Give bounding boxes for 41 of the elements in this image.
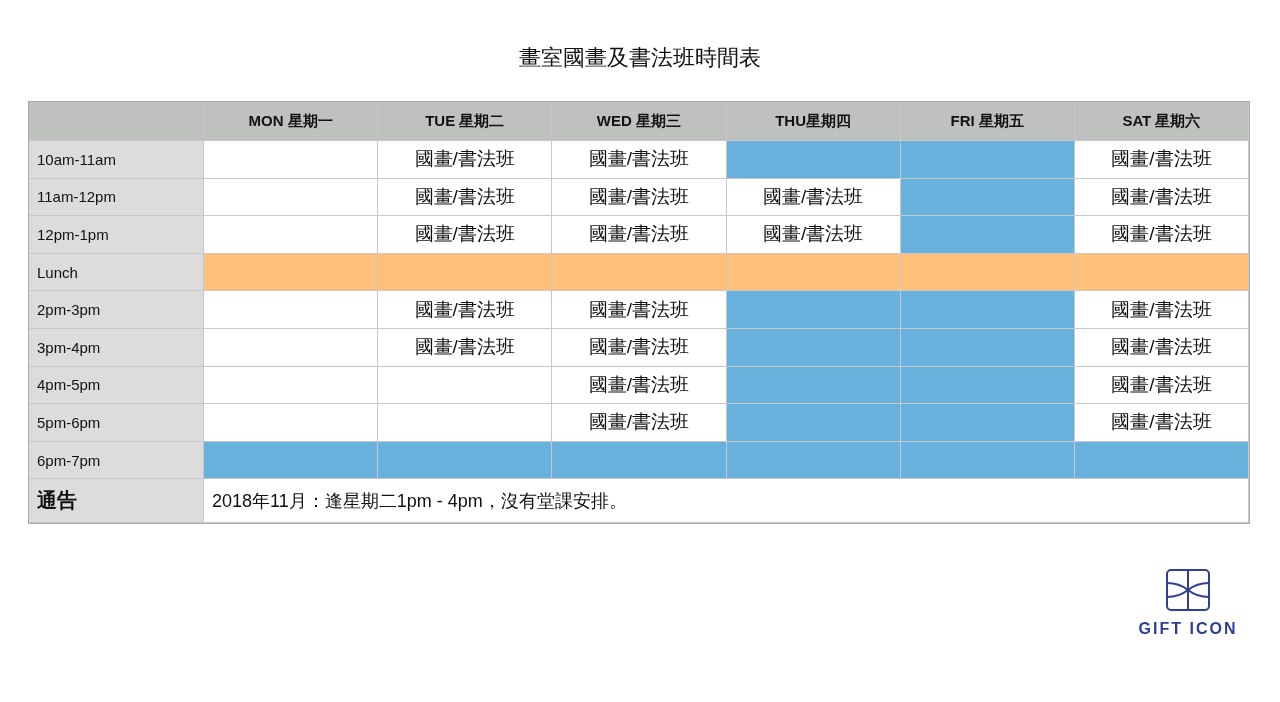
column-header: SAT 星期六 [1074, 102, 1249, 141]
table-cell: 國畫/書法班 [378, 328, 553, 367]
time-cell: 3pm-4pm [29, 328, 204, 367]
column-header: WED 星期三 [552, 102, 727, 141]
notice-label: 通告 [29, 479, 204, 524]
table-cell: 國畫/書法班 [378, 178, 553, 217]
table-cell: 國畫/書法班 [552, 328, 727, 367]
table-cell: 國畫/書法班 [1074, 366, 1249, 405]
time-cell: 12pm-1pm [29, 216, 204, 254]
table-cell: 國畫/書法班 [378, 141, 553, 179]
time-cell: Lunch [29, 253, 204, 292]
column-header: FRI 星期五 [900, 102, 1075, 141]
notice-text: 2018年11月：逢星期二1pm - 4pm，沒有堂課安排。 [204, 479, 1249, 524]
time-cell: 6pm-7pm [29, 441, 204, 480]
table-cell: 國畫/書法班 [552, 404, 727, 442]
logo-text: GIFT ICON [1138, 620, 1238, 638]
table-cell: 國畫/書法班 [378, 216, 553, 254]
table-cell: 國畫/書法班 [552, 291, 727, 329]
table-cell: 國畫/書法班 [378, 291, 553, 329]
gift-icon [1165, 568, 1211, 612]
table-cell: 國畫/書法班 [552, 216, 727, 254]
table-cell: 國畫/書法班 [552, 141, 727, 179]
table-cell: 國畫/書法班 [552, 178, 727, 217]
table-cell: 國畫/書法班 [726, 178, 901, 217]
table-cell: 國畫/書法班 [1074, 328, 1249, 367]
table-cell: 國畫/書法班 [1074, 178, 1249, 217]
column-header: MON 星期一 [204, 102, 379, 141]
timetable-title: 畫室國畫及書法班時間表 [518, 44, 762, 72]
time-cell: 4pm-5pm [29, 366, 204, 405]
column-header: THU星期四 [726, 102, 901, 141]
time-cell: 2pm-3pm [29, 291, 204, 329]
table-cell: 國畫/書法班 [1074, 216, 1249, 254]
time-cell: 5pm-6pm [29, 404, 204, 442]
table-cell: 國畫/書法班 [1074, 404, 1249, 442]
time-cell: 11am-12pm [29, 178, 204, 217]
table-cell: 國畫/書法班 [552, 366, 727, 405]
table-cell: 國畫/書法班 [726, 216, 901, 254]
time-cell: 10am-11am [29, 141, 204, 179]
table-cell: 國畫/書法班 [1074, 141, 1249, 179]
table-cell: 國畫/書法班 [1074, 291, 1249, 329]
column-header: TUE 星期二 [378, 102, 553, 141]
